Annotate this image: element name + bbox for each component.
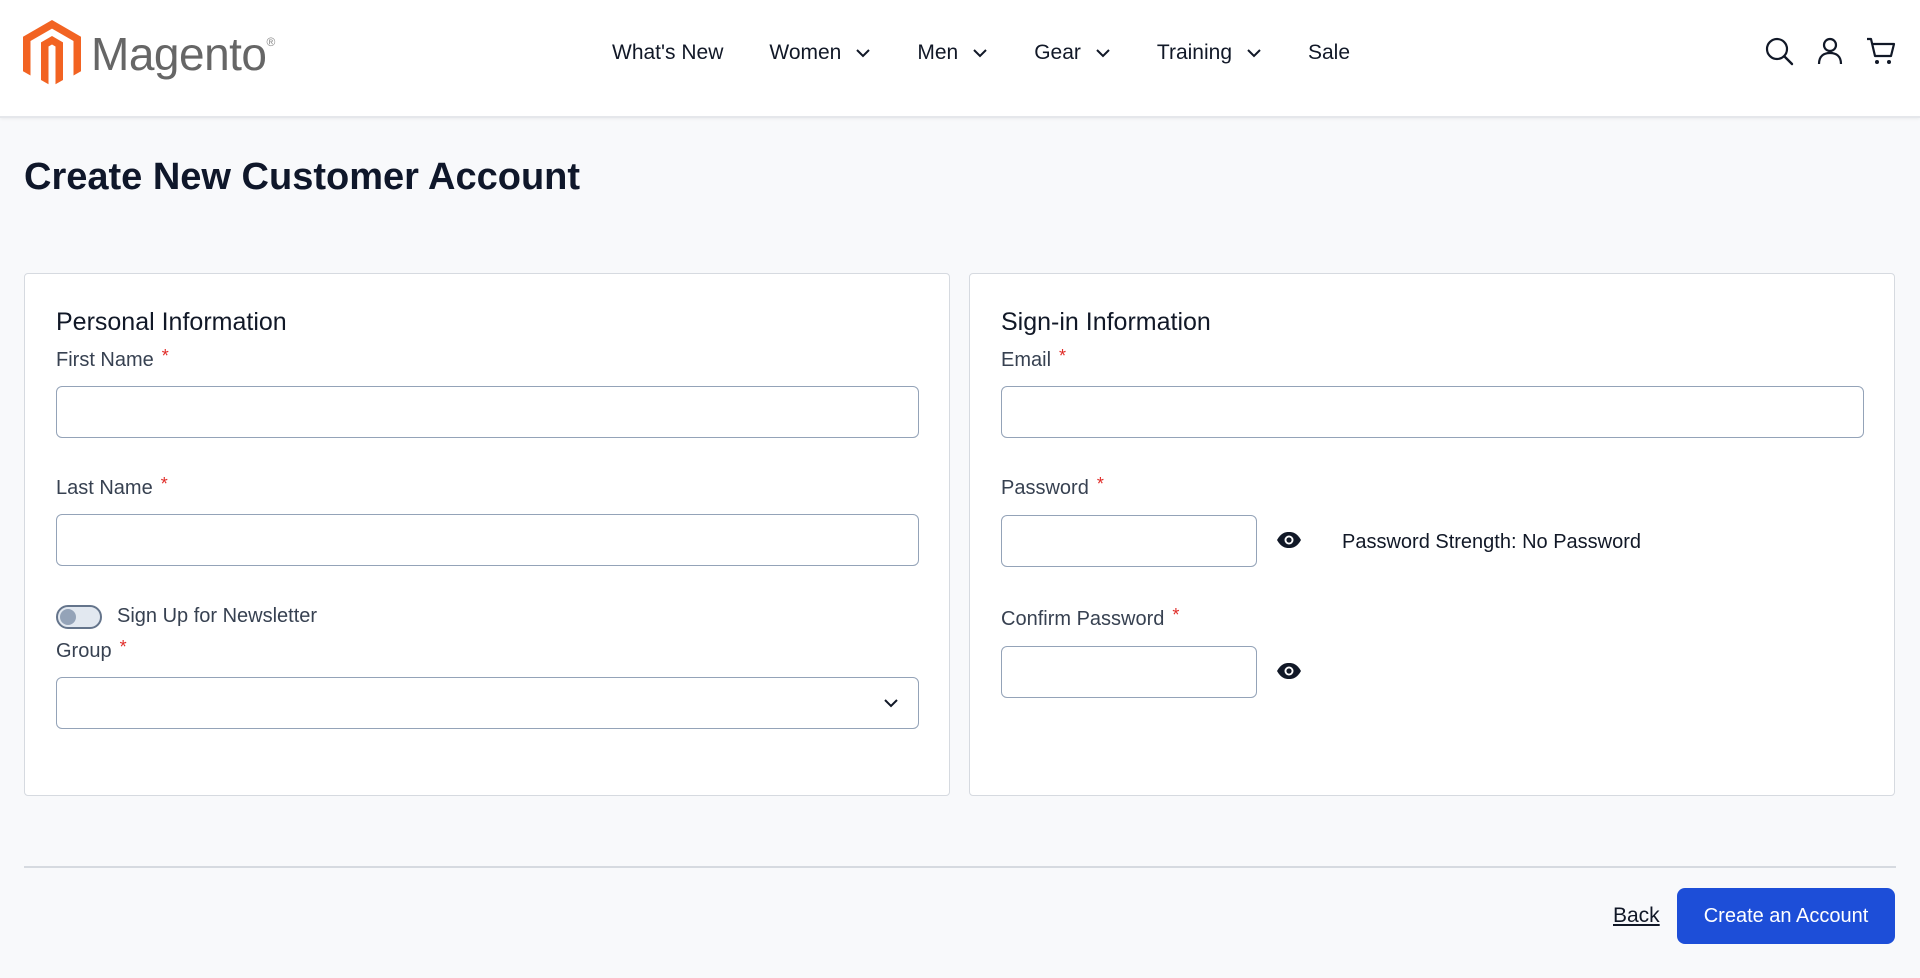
create-account-button[interactable]: Create an Account xyxy=(1677,888,1895,944)
nav-item-sale[interactable]: Sale xyxy=(1308,41,1350,65)
required-marker: * xyxy=(119,637,127,657)
toggle-knob xyxy=(60,609,76,625)
email-input[interactable] xyxy=(1001,386,1864,438)
first-name-label: First Name * xyxy=(56,346,169,371)
cart-icon[interactable] xyxy=(1866,36,1896,66)
header-icons xyxy=(1743,36,1896,66)
required-marker: * xyxy=(161,346,169,366)
password-input[interactable] xyxy=(1001,515,1257,567)
main-nav: What's New Women Men Gear Training Sale xyxy=(612,0,1396,106)
group-select[interactable] xyxy=(56,677,919,729)
back-link[interactable]: Back xyxy=(1613,904,1660,928)
newsletter-toggle[interactable] xyxy=(56,605,102,629)
required-marker: * xyxy=(1059,346,1067,366)
nav-item-gear[interactable]: Gear xyxy=(1034,41,1111,65)
first-name-input[interactable] xyxy=(56,386,919,438)
confirm-password-input[interactable] xyxy=(1001,646,1257,698)
chevron-down-icon xyxy=(1246,48,1262,58)
email-label: Email * xyxy=(1001,346,1067,371)
chevron-down-icon xyxy=(1095,48,1111,58)
nav-item-label: Sale xyxy=(1308,41,1351,64)
signin-information-title: Sign-in Information xyxy=(1001,308,1211,336)
show-password-eye-icon[interactable] xyxy=(1276,531,1302,554)
account-icon[interactable] xyxy=(1815,36,1845,66)
nav-item-men[interactable]: Men xyxy=(917,41,988,65)
nav-item-label: What's New xyxy=(612,41,724,64)
logo-wordmark: Magento xyxy=(91,28,267,80)
nav-item-women[interactable]: Women xyxy=(769,41,871,65)
chevron-down-icon xyxy=(855,48,871,58)
chevron-down-icon xyxy=(972,48,988,58)
show-confirm-password-eye-icon[interactable] xyxy=(1276,662,1302,685)
nav-item-whats-new[interactable]: What's New xyxy=(612,41,723,65)
logo-trademark: ® xyxy=(266,35,276,49)
magento-logo[interactable]: Magento ® xyxy=(23,20,275,88)
nav-item-label: Training xyxy=(1156,41,1232,64)
nav-item-training[interactable]: Training xyxy=(1157,41,1262,65)
personal-information-title: Personal Information xyxy=(56,308,287,336)
nav-item-label: Gear xyxy=(1034,41,1081,64)
newsletter-label: Sign Up for Newsletter xyxy=(117,605,318,627)
site-header: Magento ® What's New Women Men Gear Trai… xyxy=(0,0,1920,118)
nav-item-label: Women xyxy=(769,41,842,64)
confirm-password-label: Confirm Password * xyxy=(1001,605,1180,630)
page-title: Create New Customer Account xyxy=(24,156,581,198)
chevron-down-icon xyxy=(882,694,900,717)
search-icon[interactable] xyxy=(1764,36,1794,66)
required-marker: * xyxy=(1096,474,1104,494)
magento-logo-icon xyxy=(23,20,81,85)
group-label: Group * xyxy=(56,637,127,662)
password-strength-text: Password Strength: No Password xyxy=(1342,531,1642,553)
signin-information-card: Sign-in Information Email * Password * Pas… xyxy=(969,273,1895,796)
required-marker: * xyxy=(160,474,168,494)
last-name-input[interactable] xyxy=(56,514,919,566)
personal-information-card: Personal Information First Name * Last Na… xyxy=(24,273,950,796)
nav-item-label: Men xyxy=(917,41,959,64)
last-name-label: Last Name * xyxy=(56,474,168,499)
password-label: Password * xyxy=(1001,474,1104,499)
required-marker: * xyxy=(1172,605,1180,625)
actions-divider xyxy=(24,866,1896,868)
